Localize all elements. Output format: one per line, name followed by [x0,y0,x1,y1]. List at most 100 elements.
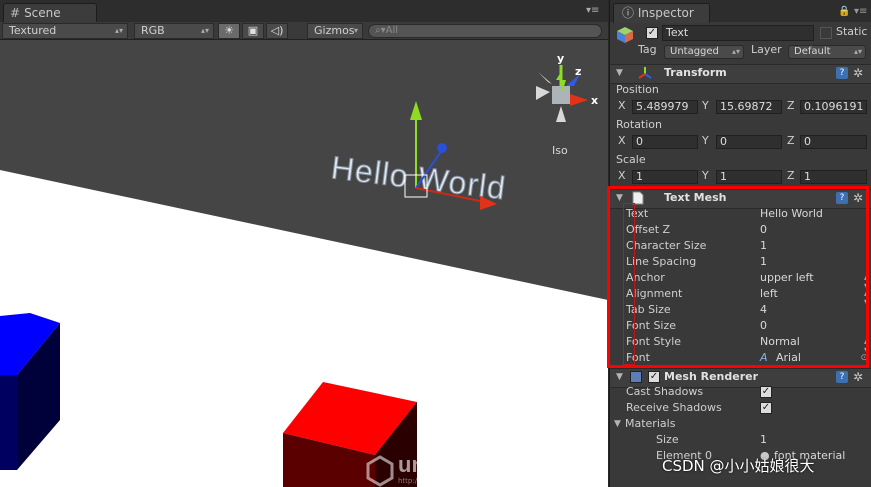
prop-character-size-label: Character Size [626,239,707,252]
scale-z-axis: Z [787,169,795,182]
position-x-field[interactable]: 5.489979 [632,100,698,114]
scene-lighting-toggle[interactable]: ☀ [218,23,240,39]
rotation-x-field[interactable]: 0 [632,135,698,149]
active-checkbox[interactable]: ✓ [646,27,658,39]
prop-font-style-value[interactable]: Normal [760,334,800,350]
prop-tab-size-label: Tab Size [626,303,671,316]
prop-font-size-value[interactable]: 0 [760,318,767,334]
prop-anchor-value[interactable]: upper left [760,270,814,286]
rotation-x-axis: X [618,134,626,147]
foldout-arrow-icon[interactable]: ▼ [614,416,621,432]
cast-shadows-label: Cast Shadows [626,385,704,398]
prop-anchor-row[interactable]: Anchor upper left ▴ ▾ [610,270,871,290]
layer-dropdown[interactable]: Default ▴▾ [788,45,866,59]
prop-font-value[interactable]: Arial [776,350,801,366]
transform-axes-icon [638,66,652,83]
cast-shadows-checkbox[interactable]: ✓ [760,386,772,398]
materials-size-row[interactable]: Size 1 [610,432,871,448]
prop-character-size-value[interactable]: 1 [760,238,767,254]
static-checkbox[interactable] [820,27,832,39]
orientation-gizmo[interactable]: y z x Iso [536,52,598,157]
position-z-axis: Z [787,99,795,112]
inspector-tab-label: Inspector [637,6,694,20]
scene-view[interactable]: Hello World y z x Iso # Scene ▾≡ Texture… [0,0,608,487]
receive-shadows-row[interactable]: Receive Shadows ✓ [610,400,871,416]
scene-tab[interactable]: # Scene [3,3,97,23]
help-icon[interactable]: ? [836,67,848,79]
mesh-renderer-title: Mesh Renderer [664,370,759,383]
prop-font-label: Font [626,351,650,364]
foldout-arrow-icon[interactable]: ▼ [616,65,623,81]
prop-character-size-row[interactable]: Character Size 1 [610,238,871,254]
help-icon[interactable]: ? [836,371,848,383]
object-name-field[interactable]: Text [662,25,814,41]
object-picker-icon[interactable]: ⊙ [860,354,868,363]
position-y-field[interactable]: 15.69872 [716,100,782,114]
unity-watermark-url: http://www.unitymanual.com [398,477,499,485]
image-icon: ▣ [247,24,259,37]
prop-offset-z-label: Offset Z [626,223,671,236]
scene-toolbar: Textured ▴▾ RGB ▴▾ ☀ ▣ ◁) Gizmos ▾ ⌕▾All [0,22,608,40]
color-mode-dropdown[interactable]: RGB ▴▾ [134,23,214,39]
scale-z-field[interactable]: 1 [800,170,867,184]
gizmos-dropdown[interactable]: Gizmos ▾ [307,23,363,39]
lock-icon[interactable]: 🔒 [838,6,850,17]
help-icon[interactable]: ? [836,192,848,204]
prop-font-size-label: Font Size [626,319,677,332]
position-z-field[interactable]: 0.1096191 [800,100,867,114]
render-mode-dropdown[interactable]: Textured ▴▾ [2,23,128,39]
materials-row[interactable]: ▼ Materials [610,416,871,432]
prop-alignment-value[interactable]: left [760,286,778,302]
tag-value: Untagged [670,46,719,57]
prop-text-row[interactable]: Text Hello World [610,206,871,222]
inspector-tab[interactable]: ⓘ Inspector [613,3,710,23]
materials-label: Materials [625,417,676,430]
rotation-y-field[interactable]: 0 [716,135,782,149]
position-x-axis: X [618,99,626,112]
scale-x-field[interactable]: 1 [632,170,698,184]
window-menu-icon[interactable]: ▾≡ [854,6,867,17]
gear-icon[interactable]: ✲ [853,66,863,80]
transform-header[interactable]: ▼ Transform ? ✲ [610,64,871,84]
font-asset-icon: A [760,351,768,364]
prop-text-value[interactable]: Hello World [760,206,823,222]
foldout-arrow-icon[interactable]: ▼ [616,190,623,206]
prop-anchor-label: Anchor [626,271,665,284]
scene-audio-toggle[interactable]: ◁) [266,23,288,39]
search-icon: ⌕▾ [375,25,386,36]
gear-icon[interactable]: ✲ [853,370,863,384]
scale-y-field[interactable]: 1 [716,170,782,184]
transform-title: Transform [664,66,727,79]
prop-font-style-row[interactable]: Font Style Normal ▴ ▾ [610,334,871,354]
unity-watermark: unity 教程手册 http://www.unitymanual.com [360,448,520,487]
prop-tab-size-value[interactable]: 4 [760,302,767,318]
scene-tab-label: Scene [24,6,61,20]
prop-alignment-row[interactable]: Alignment left ▴ ▾ [610,286,871,306]
info-icon: ⓘ [622,6,638,20]
prop-offset-z-row[interactable]: Offset Z 0 [610,222,871,238]
foldout-arrow-icon[interactable]: ▼ [616,369,623,385]
prop-line-spacing-value[interactable]: 1 [760,254,767,270]
gizmo-y-label: y [557,52,564,65]
cast-shadows-row[interactable]: Cast Shadows ✓ [610,384,871,400]
prop-tab-size-row[interactable]: Tab Size 4 [610,302,871,318]
prop-alignment-label: Alignment [626,287,683,300]
prop-line-spacing-row[interactable]: Line Spacing 1 [610,254,871,270]
tag-dropdown[interactable]: Untagged ▴▾ [664,45,744,59]
prop-font-size-row[interactable]: Font Size 0 [610,318,871,334]
receive-shadows-checkbox[interactable]: ✓ [760,402,772,414]
scene-effects-toggle[interactable]: ▣ [242,23,264,39]
sun-icon: ☀ [224,24,234,37]
materials-size-value[interactable]: 1 [760,432,767,448]
prop-font-row[interactable]: Font A Arial ⊙ [610,350,871,366]
scale-label: Scale [616,153,646,166]
rotation-z-field[interactable]: 0 [800,135,867,149]
window-menu-icon[interactable]: ▾≡ [586,5,606,19]
scene-viewport[interactable]: Hello World y z x Iso [0,0,608,487]
text-mesh-title: Text Mesh [664,191,727,204]
scene-search-input[interactable]: ⌕▾All [368,24,602,38]
gear-icon[interactable]: ✲ [853,191,863,205]
mesh-renderer-enabled-checkbox[interactable]: ✓ [648,371,660,383]
prop-offset-z-value[interactable]: 0 [760,222,767,238]
color-mode-label: RGB [141,24,165,37]
